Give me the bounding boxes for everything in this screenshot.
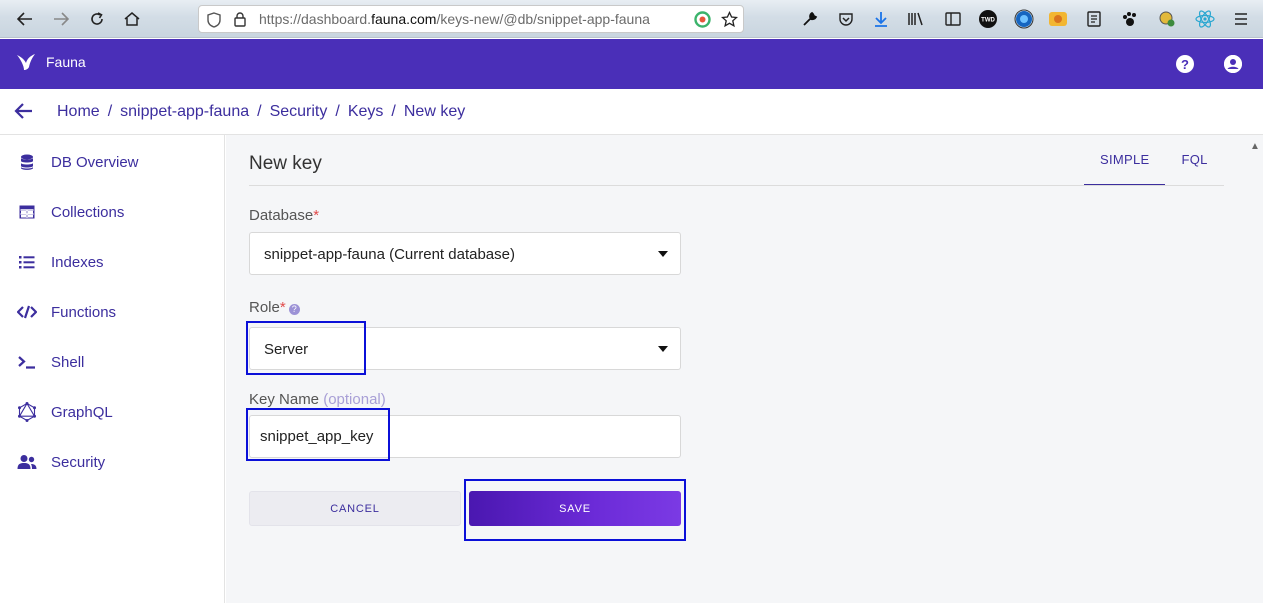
brand[interactable]: Fauna — [16, 53, 86, 71]
breadcrumb-bar: Home / snippet-app-fauna / Security / Keys / New… — [0, 89, 1263, 135]
firefox-extension-icon[interactable] — [1048, 9, 1068, 29]
browser-toolbar: https://dashboard.fauna.com/keys-new/@db… — [0, 0, 1263, 38]
account-icon[interactable] — [1224, 55, 1242, 73]
reader-icon[interactable] — [943, 9, 963, 29]
required-mark: * — [313, 207, 320, 224]
globe-extension-icon[interactable] — [1014, 9, 1034, 29]
reload-icon[interactable] — [86, 8, 108, 30]
breadcrumb-security[interactable]: Security — [270, 103, 328, 120]
tab-fql[interactable]: FQL — [1165, 141, 1223, 186]
bookmark-star-icon[interactable] — [721, 11, 738, 28]
menu-icon[interactable] — [1231, 9, 1251, 29]
breadcrumb-home[interactable]: Home — [57, 103, 100, 120]
tab-simple[interactable]: SIMPLE — [1084, 141, 1166, 186]
help-icon[interactable]: ? — [1176, 55, 1194, 73]
sidebar-item-indexes[interactable]: Indexes — [0, 237, 225, 287]
cancel-button[interactable]: CANCEL — [249, 491, 461, 526]
terminal-icon — [17, 352, 37, 372]
database-label: Database* — [249, 207, 320, 224]
home-icon[interactable] — [121, 8, 143, 30]
users-icon — [17, 452, 37, 472]
sidebar-item-label: Functions — [51, 303, 117, 321]
breadcrumb: Home / snippet-app-fauna / Security / Keys / New… — [57, 103, 465, 121]
sidebar-item-functions[interactable]: Functions — [0, 287, 225, 337]
key-name-input[interactable] — [249, 415, 681, 458]
optional-hint: (optional) — [323, 391, 386, 408]
sidebar-item-shell[interactable]: Shell — [0, 337, 225, 387]
graphql-icon — [17, 402, 37, 422]
back-arrow-icon[interactable] — [14, 102, 36, 122]
role-select[interactable]: Server — [249, 327, 681, 370]
divider — [249, 185, 1224, 186]
url-text: https://dashboard.fauna.com/keys-new/@db… — [259, 11, 650, 27]
shield-icon[interactable] — [207, 12, 221, 28]
paw-extension-icon[interactable] — [1120, 9, 1140, 29]
breadcrumb-database[interactable]: snippet-app-fauna — [120, 103, 249, 120]
lock-icon[interactable] — [233, 11, 247, 28]
sidebar-item-label: Shell — [51, 353, 85, 371]
fauna-logo-icon — [17, 54, 35, 70]
scroll-up-icon[interactable]: ▲ — [1250, 141, 1260, 152]
gear-extension-icon[interactable] — [1157, 9, 1177, 29]
twd-extension-icon[interactable]: TWD — [978, 9, 998, 29]
key-name-label: Key Name (optional) — [249, 391, 386, 408]
breadcrumb-keys[interactable]: Keys — [348, 103, 384, 120]
pocket-icon[interactable] — [836, 9, 856, 29]
table-icon — [17, 202, 37, 222]
role-label: Role*? — [249, 299, 300, 316]
database-select[interactable]: snippet-app-fauna (Current database) — [249, 232, 681, 275]
app-header: Fauna ? — [0, 39, 1263, 89]
breadcrumb-separator: / — [335, 103, 340, 120]
breadcrumb-current: New key — [403, 103, 466, 120]
brand-name: Fauna — [46, 54, 86, 70]
help-icon[interactable]: ? — [288, 304, 300, 315]
code-icon — [17, 302, 37, 322]
extension-ring-icon[interactable] — [694, 11, 711, 28]
main-content: New key SIMPLE FQL ▲ Database* snippet-a… — [226, 135, 1263, 603]
sidebar-item-label: DB Overview — [51, 153, 139, 171]
sidebar-item-collections[interactable]: Collections — [0, 187, 225, 237]
breadcrumb-separator: / — [391, 103, 396, 120]
list-icon — [17, 252, 37, 272]
address-bar[interactable]: https://dashboard.fauna.com/keys-new/@db… — [198, 5, 744, 33]
library-icon[interactable] — [906, 9, 926, 29]
sidebar-item-label: Security — [51, 453, 106, 471]
role-select-value: Server — [264, 341, 309, 358]
save-button[interactable]: SAVE — [469, 491, 681, 526]
caret-down-icon — [658, 251, 668, 257]
sidebar-item-graphql[interactable]: GraphQL — [0, 387, 225, 437]
sidebar-item-db-overview[interactable]: DB Overview — [0, 137, 225, 187]
wrench-icon[interactable] — [800, 9, 820, 29]
sidebar-item-label: GraphQL — [51, 403, 113, 421]
sidebar-item-label: Indexes — [51, 253, 104, 271]
sidebar-item-security[interactable]: Security — [0, 437, 225, 487]
page-title: New key — [249, 153, 322, 174]
caret-down-icon — [658, 346, 668, 352]
database-icon — [17, 152, 37, 172]
sidebar-item-label: Collections — [51, 203, 125, 221]
back-arrow-icon[interactable] — [14, 8, 36, 30]
notes-extension-icon[interactable] — [1084, 9, 1104, 29]
react-extension-icon[interactable] — [1195, 9, 1215, 29]
database-select-value: snippet-app-fauna (Current database) — [264, 246, 515, 263]
sidebar: DB Overview Collections Indexes Function… — [0, 135, 225, 603]
mode-tabs: SIMPLE FQL — [1084, 141, 1224, 186]
svg-text:TWD: TWD — [981, 18, 995, 24]
required-mark: * — [279, 299, 286, 316]
forward-arrow-icon[interactable] — [50, 8, 72, 30]
breadcrumb-separator: / — [107, 103, 113, 120]
breadcrumb-separator: / — [257, 103, 262, 120]
download-icon[interactable] — [871, 9, 891, 29]
